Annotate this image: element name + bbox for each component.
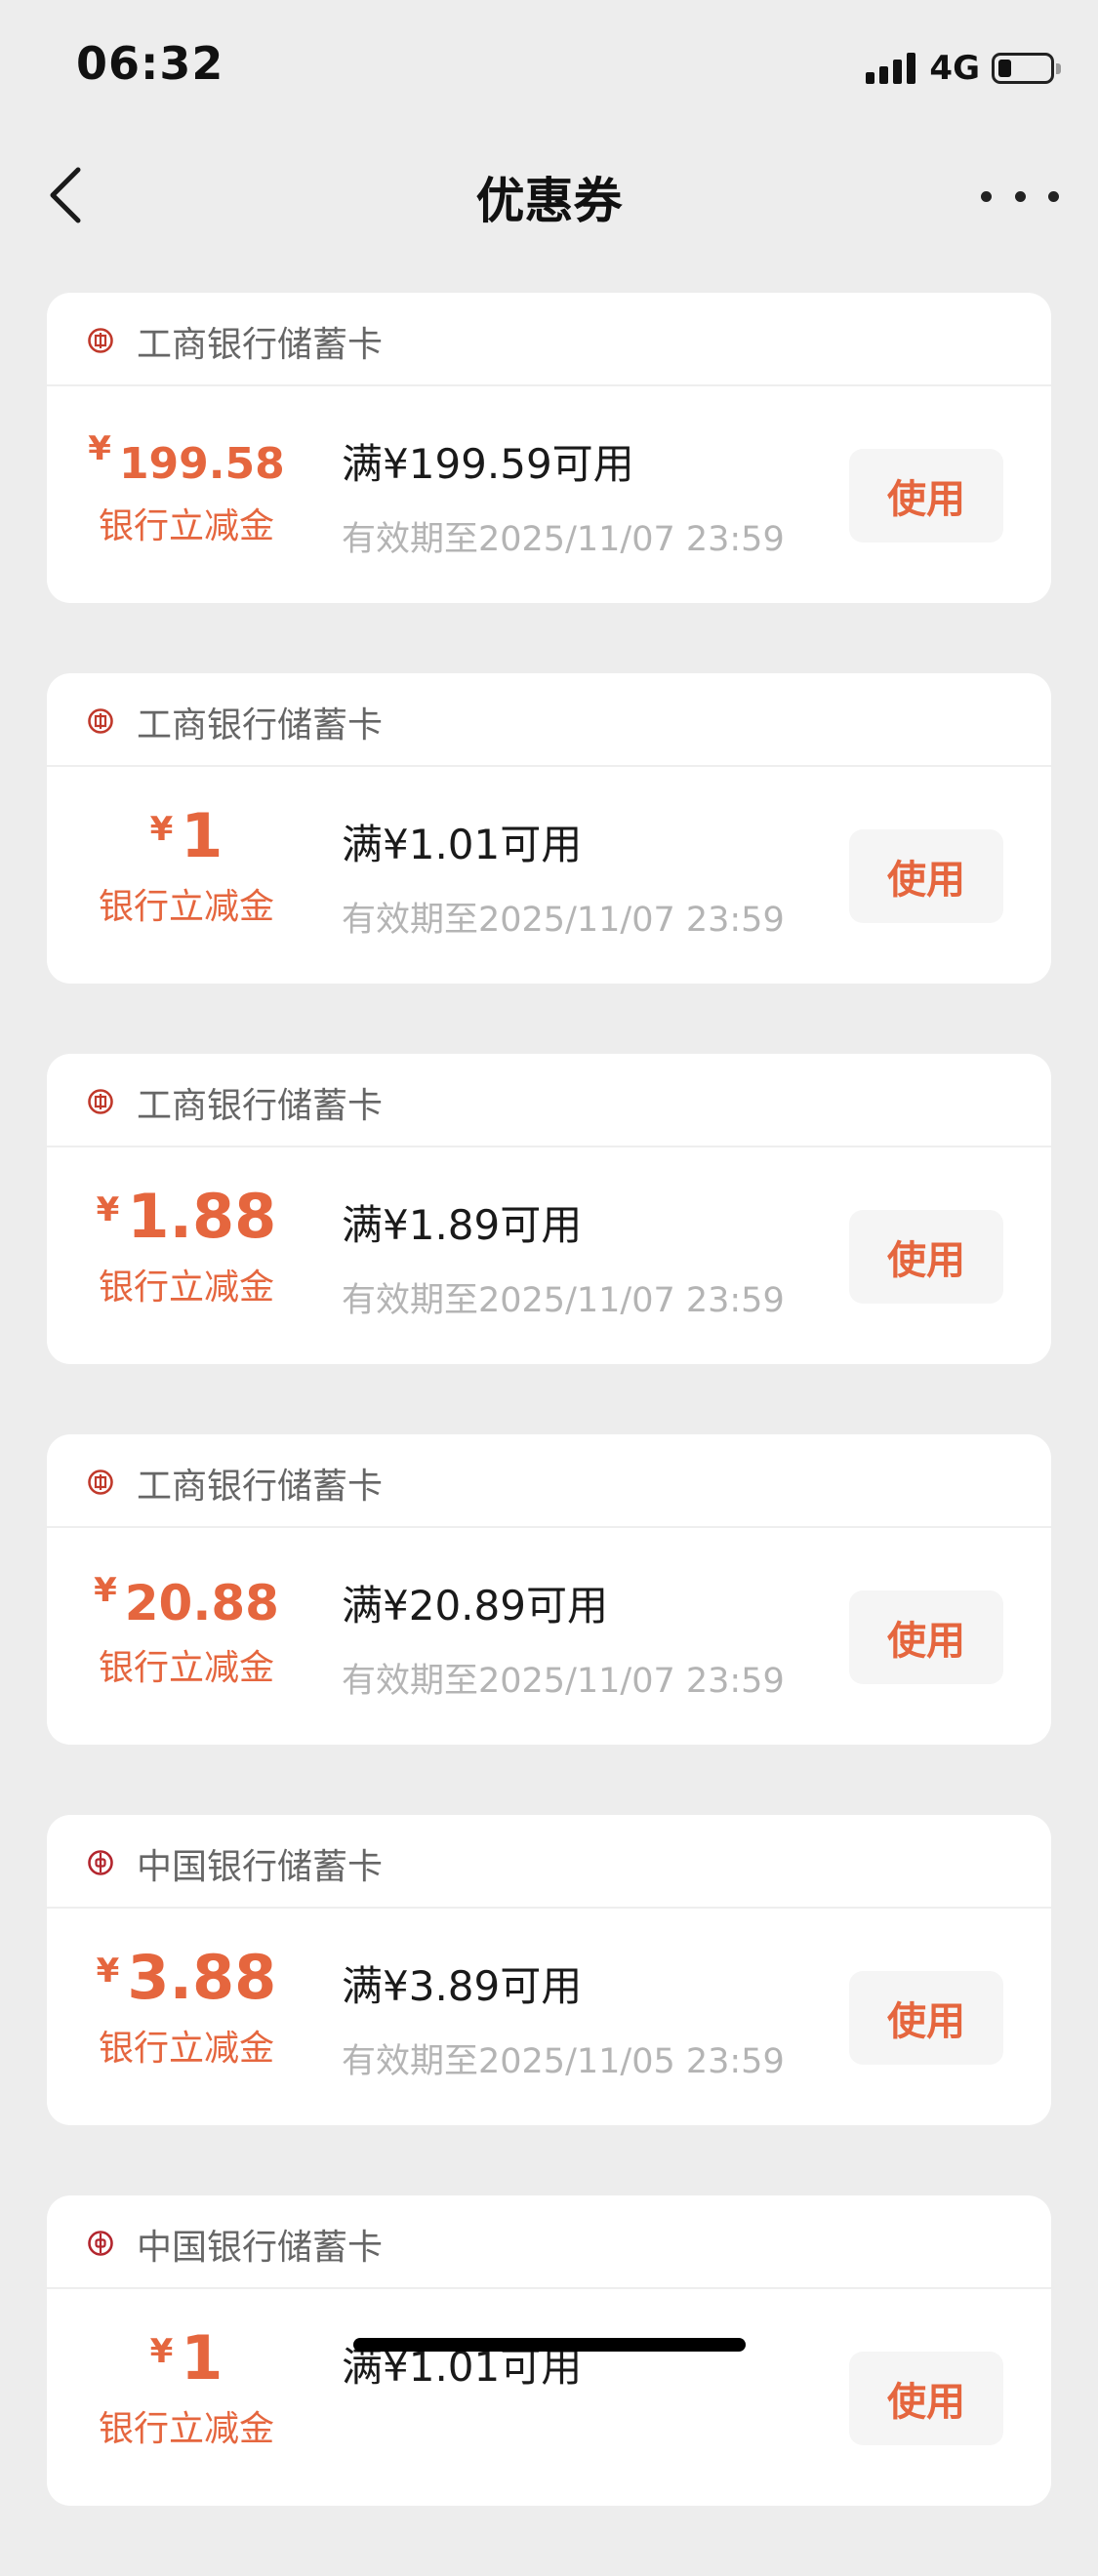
coupon-header: 工商银行储蓄卡 — [47, 1054, 1051, 1147]
coupon-header: 工商银行储蓄卡 — [47, 1434, 1051, 1528]
icbc-logo-icon — [88, 1469, 113, 1495]
use-coupon-button[interactable]: 使用 — [849, 829, 1003, 923]
use-coupon-button[interactable]: 使用 — [849, 1590, 1003, 1684]
use-coupon-button[interactable]: 使用 — [849, 449, 1003, 543]
use-coupon-button[interactable]: 使用 — [849, 2352, 1003, 2445]
coupon-header: 工商银行储蓄卡 — [47, 673, 1051, 767]
coupon-amount-block: ¥1 银行立减金 — [47, 2313, 326, 2451]
expiry-date: 有效期至2025/11/07 23:59 — [342, 1662, 785, 1701]
expiry-date: 有效期至2025/11/07 23:59 — [342, 520, 785, 559]
bank-name: 工商银行储蓄卡 — [137, 1086, 384, 1126]
icbc-logo-icon — [88, 1089, 113, 1114]
more-dot-icon — [981, 190, 992, 202]
amount-label: 银行立减金 — [98, 506, 274, 546]
amount-value: 3.88 — [127, 1942, 277, 2013]
amount-label: 银行立减金 — [98, 2409, 274, 2449]
amount-value: 20.88 — [124, 1575, 279, 1631]
amount-label: 银行立减金 — [98, 2029, 274, 2069]
expiry-date: 有效期至2025/11/07 23:59 — [342, 901, 785, 940]
cellular-signal-icon — [866, 53, 916, 84]
boc-logo-icon — [88, 2231, 113, 2256]
amount-value: 1 — [181, 2322, 224, 2394]
use-coupon-button[interactable]: 使用 — [849, 1971, 1003, 2065]
coupon-amount: ¥20.88 — [47, 1551, 326, 1628]
currency-symbol: ¥ — [88, 429, 111, 468]
coupon-list: 工商银行储蓄卡 ¥199.58 银行立减金 满¥199.59可用有效期至2025/11… — [47, 293, 1051, 2576]
expiry-date: 有效期至2025/11/07 23:59 — [342, 1281, 785, 1320]
coupon-card[interactable]: 工商银行储蓄卡 ¥1 银行立减金 满¥1.01可用有效期至2025/11/07 23:… — [47, 673, 1051, 984]
amount-value: 1 — [181, 800, 224, 871]
nav-bar: 优惠券 — [0, 137, 1098, 254]
usage-condition: 满¥1.89可用 — [342, 1201, 583, 1249]
amount-value: 199.58 — [118, 439, 285, 489]
currency-symbol: ¥ — [96, 1190, 120, 1229]
coupon-card[interactable]: 工商银行储蓄卡 ¥199.58 银行立减金 满¥199.59可用有效期至2025/11… — [47, 293, 1051, 603]
status-bar: 06:32 4G — [0, 0, 1098, 129]
amount-label: 银行立减金 — [98, 887, 274, 927]
usage-condition: 满¥199.59可用 — [342, 440, 634, 488]
coupon-amount: ¥199.58 — [47, 410, 326, 486]
status-indicators: 4G — [866, 49, 1061, 88]
more-options-button[interactable] — [981, 172, 1059, 221]
battery-level-fill — [998, 60, 1011, 77]
bank-name: 中国银行储蓄卡 — [137, 1847, 384, 1887]
coupon-amount-block: ¥199.58 银行立减金 — [47, 410, 326, 548]
coupon-amount-block: ¥1.88 银行立减金 — [47, 1171, 326, 1309]
bank-name: 工商银行储蓄卡 — [137, 325, 384, 365]
coupon-card[interactable]: 中国银行储蓄卡 ¥3.88 银行立减金 满¥3.89可用有效期至2025/11/05 … — [47, 1815, 1051, 2125]
coupon-amount: ¥1.88 — [47, 1171, 326, 1247]
use-coupon-button[interactable]: 使用 — [849, 1210, 1003, 1304]
coupon-header: 中国银行储蓄卡 — [47, 2195, 1051, 2289]
usage-condition: 满¥3.89可用 — [342, 1962, 583, 2010]
coupon-amount: ¥1 — [47, 790, 326, 866]
coupon-amount-block: ¥1 银行立减金 — [47, 790, 326, 929]
currency-symbol: ¥ — [149, 2332, 174, 2371]
home-indicator[interactable] — [353, 2338, 746, 2352]
usage-condition: 满¥20.89可用 — [342, 1582, 608, 1630]
coupon-amount: ¥3.88 — [47, 1932, 326, 2008]
network-type: 4G — [929, 49, 980, 88]
status-time: 06:32 — [76, 37, 224, 90]
currency-symbol: ¥ — [94, 1571, 117, 1610]
usage-condition: 满¥1.01可用 — [342, 821, 583, 868]
coupon-header: 中国银行储蓄卡 — [47, 1815, 1051, 1909]
currency-symbol: ¥ — [96, 1952, 120, 1991]
coupon-amount: ¥1 — [47, 2313, 326, 2389]
bank-name: 中国银行储蓄卡 — [137, 2228, 384, 2268]
currency-symbol: ¥ — [149, 810, 174, 849]
coupon-card[interactable]: 工商银行储蓄卡 ¥1.88 银行立减金 满¥1.89可用有效期至2025/11/07 … — [47, 1054, 1051, 1364]
coupon-amount-block: ¥3.88 银行立减金 — [47, 1932, 326, 2071]
amount-value: 1.88 — [127, 1181, 277, 1252]
icbc-logo-icon — [88, 708, 113, 734]
battery-cap — [1056, 63, 1061, 74]
bank-name: 工商银行储蓄卡 — [137, 705, 384, 745]
coupon-card[interactable]: 工商银行储蓄卡 ¥20.88 银行立减金 满¥20.89可用有效期至2025/11/0… — [47, 1434, 1051, 1745]
coupon-header: 工商银行储蓄卡 — [47, 293, 1051, 386]
expiry-date: 有效期至2025/11/05 23:59 — [342, 2042, 785, 2081]
boc-logo-icon — [88, 1850, 113, 1875]
icbc-logo-icon — [88, 328, 113, 353]
amount-label: 银行立减金 — [98, 1268, 274, 1308]
amount-label: 银行立减金 — [98, 1648, 274, 1688]
coupon-amount-block: ¥20.88 银行立减金 — [47, 1551, 326, 1690]
more-dot-icon — [1014, 190, 1026, 202]
page-title: 优惠券 — [475, 173, 623, 229]
bank-name: 工商银行储蓄卡 — [137, 1467, 384, 1507]
more-dot-icon — [1048, 190, 1059, 202]
battery-icon — [992, 53, 1061, 84]
